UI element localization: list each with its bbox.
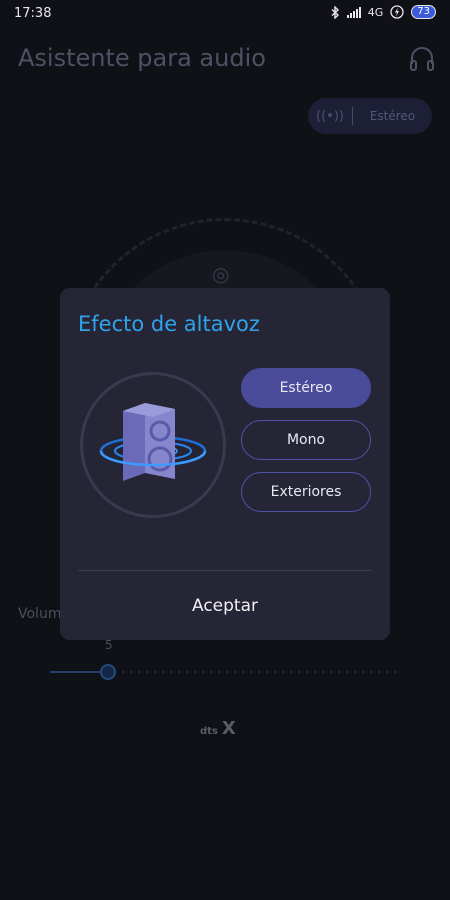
sound-mode-label: Estéreo	[369, 109, 416, 123]
status-time: 17:38	[14, 6, 52, 21]
dial-headphone-icon: ◎	[212, 262, 230, 286]
speaker-effect-options: Estéreo Mono Exteriores	[241, 368, 371, 524]
option-exteriores[interactable]: Exteriores	[241, 472, 371, 512]
dts-logo: dts X	[200, 718, 236, 739]
dialog-divider	[78, 570, 372, 571]
speaker-illustration	[80, 372, 226, 518]
option-estereo[interactable]: Estéreo	[241, 368, 371, 408]
surround-wave-icon: ((•))	[316, 108, 344, 124]
status-icons: 4G 73	[331, 5, 436, 19]
charging-icon	[390, 5, 404, 19]
dialog-title: Efecto de altavoz	[78, 312, 260, 336]
battery-icon: 73	[411, 5, 436, 19]
option-mono[interactable]: Mono	[241, 420, 371, 460]
signal-icon	[346, 6, 361, 18]
status-bar: 17:38 4G 73	[0, 0, 450, 28]
speaker-effect-dialog: Efecto de altavoz Estéreo Mono Exteriore…	[60, 288, 390, 640]
speaker-icon	[99, 403, 207, 481]
slider-thumb[interactable]	[100, 664, 116, 680]
app-title: Asistente para audio	[18, 44, 266, 72]
volume-slider[interactable]	[50, 664, 402, 680]
accept-button[interactable]: Aceptar	[60, 584, 390, 628]
volume-value: 5	[105, 638, 113, 652]
network-label: 4G	[367, 5, 384, 19]
sound-mode-pill[interactable]: ((•)) Estéreo	[308, 98, 432, 134]
bluetooth-icon	[331, 5, 339, 19]
headphones-icon[interactable]	[408, 44, 436, 72]
